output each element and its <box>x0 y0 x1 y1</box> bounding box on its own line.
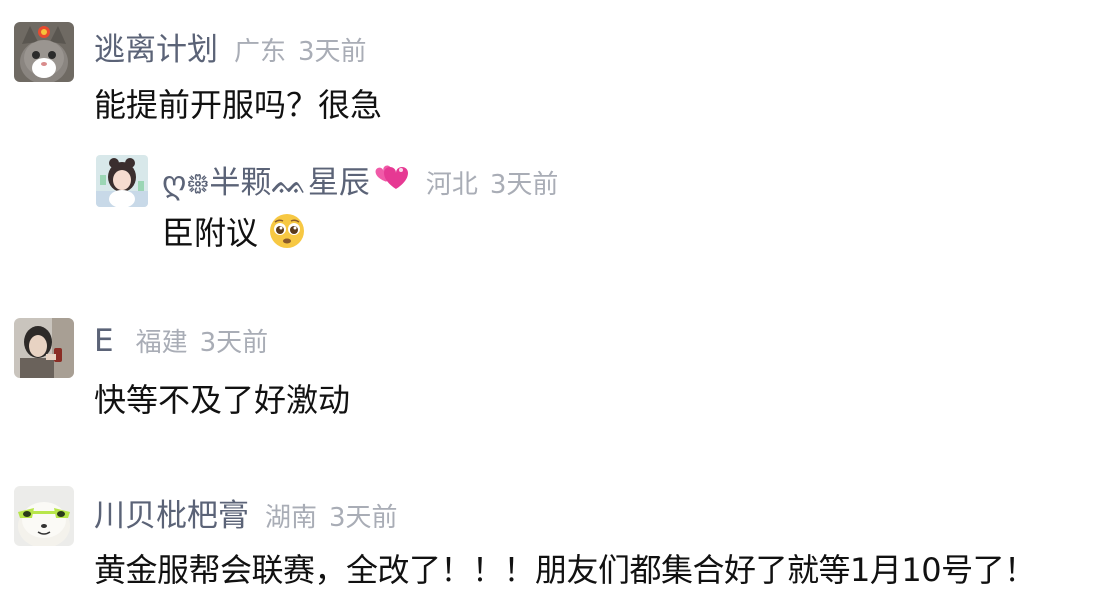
comment-meta: 川贝枇杷膏 湖南 3天前 <box>94 490 398 535</box>
dog-sunglasses-avatar-icon <box>14 486 74 546</box>
location-label: 湖南 <box>265 503 318 533</box>
user-avatar[interactable] <box>14 22 74 82</box>
username[interactable]: 逃离计划 <box>94 24 218 69</box>
user-avatar[interactable] <box>14 318 74 378</box>
comment-text[interactable]: 能提前开服吗？很急 <box>94 80 382 126</box>
reply-text[interactable]: 臣附议 <box>162 208 306 258</box>
username[interactable]: E <box>94 323 114 359</box>
two-hearts-icon <box>372 159 410 197</box>
cat-avatar-icon <box>14 22 74 82</box>
reply-username[interactable]: ღ᪥半颗ᨐ星辰 <box>162 157 370 210</box>
user-avatar[interactable] <box>14 486 74 546</box>
timestamp: 3天前 <box>329 503 398 533</box>
person-avatar-icon <box>14 318 74 378</box>
reply-avatar[interactable] <box>96 155 148 207</box>
comment-text[interactable]: 黄金服帮会联赛，全改了！！！朋友们都集合好了就等1月10号了！ <box>94 545 1036 591</box>
location-label: 广东 <box>234 37 287 67</box>
comment-meta: 逃离计划 广东 3天前 <box>94 24 367 69</box>
timestamp: 3天前 <box>199 328 269 358</box>
pleading-face-icon <box>268 212 306 258</box>
girl-avatar-icon <box>96 155 148 207</box>
comment-meta: E 福建 3天前 <box>94 322 268 359</box>
username[interactable]: 川贝枇杷膏 <box>94 490 249 535</box>
reply-timestamp: 3天前 <box>489 170 559 200</box>
location-label: 福建 <box>135 328 188 358</box>
reply-location-label: 河北 <box>425 170 478 200</box>
comment-text[interactable]: 快等不及了好激动 <box>94 375 350 421</box>
reply-text-label: 臣附议 <box>162 214 259 252</box>
timestamp: 3天前 <box>298 37 367 67</box>
reply-meta: ღ᪥半颗ᨐ星辰 河北 3天前 <box>162 157 558 210</box>
